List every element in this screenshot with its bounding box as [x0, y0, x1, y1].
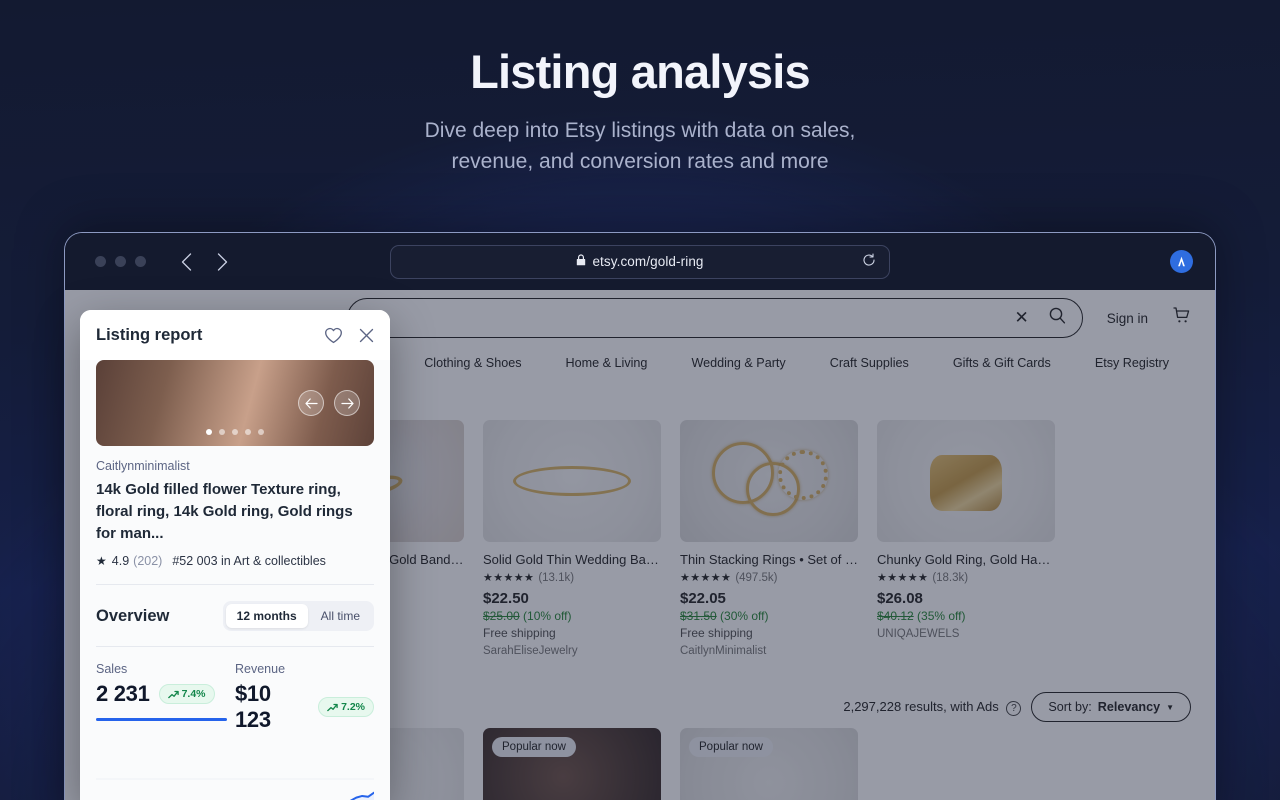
delta-value: 7.4% — [181, 688, 206, 700]
overview-header: Overview 12 months All time — [96, 585, 374, 631]
listing-rank: #52 003 in Art & collectibles — [172, 554, 326, 568]
window-close-dot[interactable] — [95, 256, 106, 267]
listing-report-panel: Listing report Caitlynminimalist 14k Gol… — [80, 310, 390, 800]
carousel-dot[interactable] — [206, 429, 212, 435]
listing-image-carousel[interactable] — [96, 360, 374, 446]
navigation-buttons[interactable] — [174, 250, 234, 274]
report-header-actions — [324, 327, 374, 344]
profile-avatar-icon[interactable] — [1170, 250, 1193, 273]
window-minimize-dot[interactable] — [115, 256, 126, 267]
chart-line — [349, 791, 374, 800]
forward-icon[interactable] — [210, 250, 234, 274]
stat-sales: Sales 2 231 7.4% — [96, 662, 235, 733]
report-header: Listing report — [80, 310, 390, 360]
carousel-dot[interactable] — [219, 429, 225, 435]
report-body: Caitlynminimalist 14k Gold filled flower… — [80, 360, 390, 800]
carousel-dot[interactable] — [245, 429, 251, 435]
overview-title: Overview — [96, 606, 170, 625]
carousel-dot[interactable] — [258, 429, 264, 435]
overview-stats: Sales 2 231 7.4% Revenue $10 123 7.2% — [96, 647, 374, 733]
address-bar[interactable]: etsy.com/gold-ring — [390, 244, 890, 279]
close-icon[interactable] — [359, 328, 374, 343]
carousel-dot[interactable] — [232, 429, 238, 435]
listing-rating: 4.9 — [111, 554, 130, 568]
status-badge: 7.4% — [158, 684, 215, 704]
page-subtitle: Dive deep into Etsy listings with data o… — [0, 115, 1280, 177]
stat-label: Sales — [96, 662, 128, 676]
trend-up-icon — [167, 690, 179, 698]
browser-chrome: etsy.com/gold-ring — [65, 233, 1215, 290]
subtitle-line-1: Dive deep into Etsy listings with data o… — [424, 119, 856, 143]
carousel-dots[interactable] — [206, 429, 264, 435]
arrow-left-icon[interactable] — [298, 390, 324, 416]
subtitle-line-2: revenue, and conversion rates and more — [451, 150, 829, 174]
status-badge: 7.2% — [318, 697, 374, 717]
stat-label: Revenue — [235, 662, 286, 676]
stat-row: 2 231 7.4% — [96, 681, 235, 707]
listing-review-count: (202) — [133, 554, 163, 568]
report-title: Listing report — [96, 325, 203, 344]
stat-value: $10 123 — [235, 681, 271, 732]
chart-svg — [96, 778, 374, 800]
listing-meta: ★ 4.9 (202) #52 003 in Art & collectible… — [96, 554, 374, 568]
reload-icon[interactable] — [862, 253, 876, 270]
stat-value: 2 231 — [96, 681, 150, 706]
delta-value: 7.2% — [341, 701, 365, 713]
lock-icon — [576, 254, 586, 269]
page-title: Listing analysis — [470, 45, 811, 98]
stat-revenue: Revenue $10 123 7.2% — [235, 662, 374, 733]
chart-area-fill — [351, 792, 374, 800]
tab-12-months[interactable]: 12 months — [225, 604, 308, 628]
trend-up-icon — [327, 703, 338, 711]
hero-section: Listing analysis Dive deep into Etsy lis… — [0, 0, 1280, 177]
url-text: etsy.com/gold-ring — [592, 254, 704, 269]
overview-period-toggle[interactable]: 12 months All time — [222, 601, 374, 631]
arrow-right-icon[interactable] — [334, 390, 360, 416]
stat-row: $10 123 7.2% — [235, 681, 374, 733]
star-icon: ★ — [96, 554, 107, 568]
heart-icon[interactable] — [324, 327, 343, 344]
back-icon[interactable] — [174, 250, 198, 274]
tab-all-time[interactable]: All time — [310, 604, 371, 628]
window-maximize-dot[interactable] — [135, 256, 146, 267]
listing-shop-name[interactable]: Caitlynminimalist — [96, 459, 374, 473]
sales-trend-chart — [96, 767, 374, 800]
window-controls[interactable] — [95, 256, 146, 267]
listing-title: 14k Gold filled flower Texture ring, flo… — [96, 481, 353, 542]
active-stat-underline — [96, 718, 227, 721]
